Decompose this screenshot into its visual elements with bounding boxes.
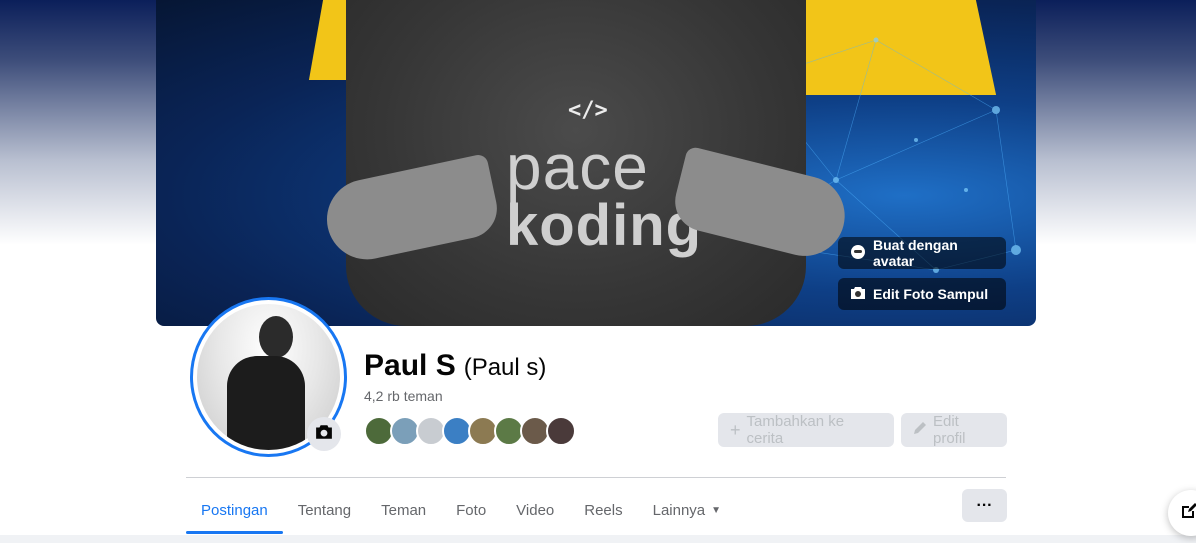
- tab-foto[interactable]: Foto: [441, 486, 501, 534]
- friend-avatars: [364, 416, 576, 446]
- profile-picture-head: [259, 316, 293, 358]
- avatar-icon: [850, 244, 866, 263]
- profile-name-alternate: (Paul s): [463, 354, 547, 381]
- friends-count-link[interactable]: 4,2 rb teman: [364, 388, 443, 404]
- edit-cover-photo-label: Edit Foto Sampul: [873, 286, 989, 302]
- tab-label: Video: [516, 501, 555, 519]
- profile-tabs: Postingan Tentang Teman Foto Video Reels…: [186, 486, 736, 534]
- tab-postingan[interactable]: Postingan: [186, 486, 283, 534]
- profile-name: Paul S (Paul s): [364, 349, 546, 383]
- profile-name-main: Paul S: [364, 349, 456, 382]
- caret-down-icon: ▼: [711, 504, 722, 516]
- pencil-icon: [913, 421, 927, 439]
- tab-lainnya[interactable]: Lainnya ▼: [638, 486, 736, 534]
- page-bottom-strip: [0, 535, 1196, 543]
- update-profile-picture-button[interactable]: [307, 417, 341, 451]
- tab-label: Foto: [456, 501, 487, 519]
- shirt-logo: </>: [568, 98, 608, 123]
- compose-message-button[interactable]: [1168, 490, 1196, 536]
- compose-icon: [1180, 502, 1196, 525]
- tab-label: Reels: [584, 501, 623, 519]
- tab-reels[interactable]: Reels: [569, 486, 637, 534]
- edit-cover-photo-button[interactable]: Edit Foto Sampul: [838, 278, 1006, 310]
- more-options-button[interactable]: ···: [962, 489, 1007, 522]
- add-to-story-label: Tambahkan ke cerita: [746, 413, 845, 447]
- camera-icon: [315, 424, 333, 445]
- tab-tentang[interactable]: Tentang: [283, 486, 366, 534]
- tab-label: Teman: [381, 501, 427, 519]
- tab-video[interactable]: Video: [501, 486, 569, 534]
- cover-photo[interactable]: </> pace koding Buat dengan avatar Edit …: [156, 0, 1036, 326]
- shirt-text-line2: koding: [506, 193, 703, 258]
- tab-label: Lainnya: [652, 501, 706, 519]
- create-with-avatar-label: Buat dengan avatar: [873, 237, 958, 269]
- friend-avatar[interactable]: [546, 416, 576, 446]
- tab-label: Postingan: [201, 501, 268, 519]
- tab-label: Tentang: [297, 501, 352, 519]
- profile-divider: [186, 477, 1006, 478]
- edit-profile-label: Edit profil: [933, 413, 966, 447]
- plus-icon: +: [730, 420, 741, 440]
- camera-icon: [850, 286, 866, 303]
- create-with-avatar-button[interactable]: Buat dengan avatar: [838, 237, 1006, 269]
- edit-profile-button[interactable]: Edit profil: [901, 413, 1007, 447]
- tab-teman[interactable]: Teman: [366, 486, 441, 534]
- profile-picture-body: [227, 356, 305, 450]
- add-to-story-button[interactable]: + Tambahkan ke cerita: [718, 413, 894, 447]
